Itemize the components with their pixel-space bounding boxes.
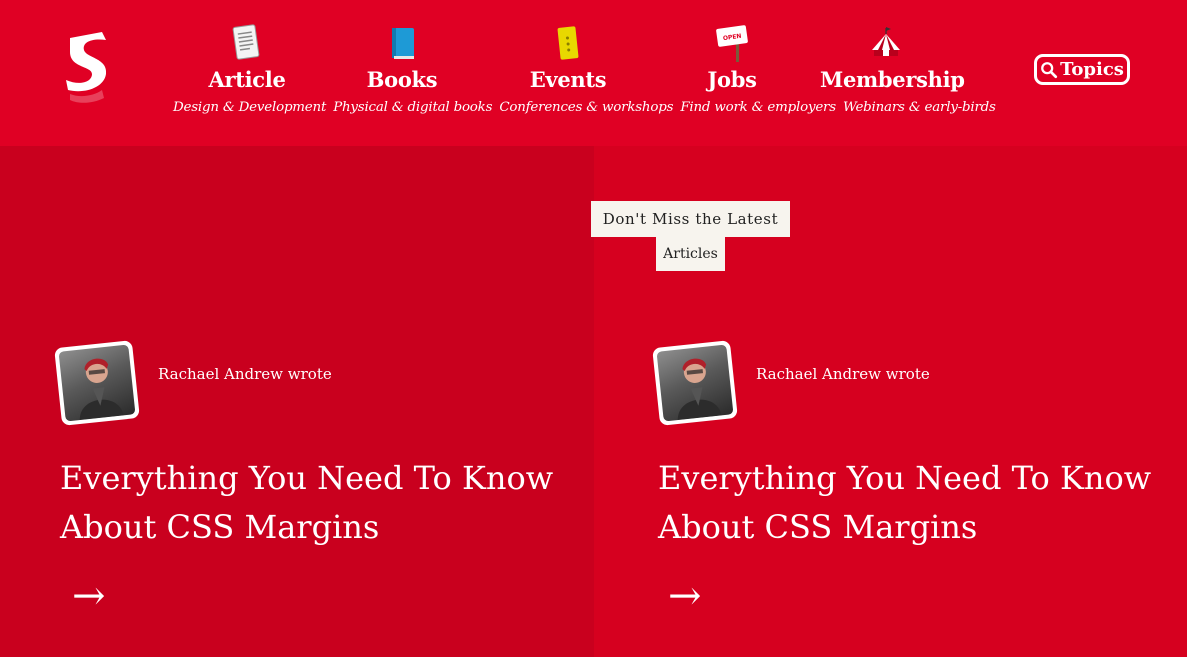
article-title[interactable]: Everything You Need To Know About CSS Ma… <box>658 454 1158 552</box>
nav-events[interactable]: Events <box>527 24 609 92</box>
topics-label: Topics <box>1060 59 1124 80</box>
book-icon <box>392 28 414 59</box>
search-icon <box>1041 61 1058 78</box>
author-byline[interactable]: Rachael Andrew wrote <box>756 365 930 383</box>
latest-banner-line2: Articles <box>656 237 725 271</box>
read-more-arrow[interactable]: → <box>72 576 106 616</box>
author-portrait-icon <box>79 358 124 421</box>
nav-jobs[interactable]: OPEN Jobs <box>697 24 767 92</box>
article-title-line1: Everything You Need To Know <box>658 459 1152 497</box>
author-byline[interactable]: Rachael Andrew wrote <box>158 365 332 383</box>
nav-article-label: Article <box>208 67 286 92</box>
author-photo <box>656 344 734 422</box>
nav-books-label: Books <box>366 67 438 92</box>
nav-subtitle-article: Design & Development <box>173 100 327 115</box>
nav-events-label: Events <box>529 67 607 92</box>
nav-subtitle-books: Physical & digital books <box>333 100 493 115</box>
article-card-left[interactable]: Rachael Andrew wrote Everything You Need… <box>0 146 594 657</box>
nav-books[interactable]: Books <box>362 24 442 92</box>
avatar <box>652 340 738 426</box>
ticket-icon <box>557 26 579 60</box>
article-title-line2: About CSS Margins <box>658 508 978 546</box>
smashing-logo-icon[interactable] <box>62 28 114 104</box>
tablet-icon <box>232 24 260 60</box>
author-photo <box>58 344 136 422</box>
nav-membership[interactable]: Membership <box>820 24 965 92</box>
site-header: Article Books Events OPEN Jobs Membershi… <box>0 0 1187 146</box>
nav-article[interactable]: Article <box>207 24 287 92</box>
latest-banner-line1: Don't Miss the Latest <box>591 201 790 237</box>
open-sign-icon: OPEN <box>716 25 748 62</box>
circus-tent-icon <box>872 27 900 56</box>
avatar <box>54 340 140 426</box>
nav-subtitle-jobs: Find work & employers <box>680 100 836 115</box>
nav-subtitles: Design & Development Physical & digital … <box>173 100 996 115</box>
nav-membership-label: Membership <box>820 67 965 92</box>
read-more-arrow[interactable]: → <box>668 576 702 616</box>
topics-button[interactable]: Topics <box>1034 54 1130 85</box>
article-title-line1: Everything You Need To Know <box>60 459 554 497</box>
author-portrait-icon <box>677 358 722 421</box>
article-title[interactable]: Everything You Need To Know About CSS Ma… <box>60 454 560 552</box>
nav-subtitle-events: Conferences & workshops <box>499 100 674 115</box>
article-title-line2: About CSS Margins <box>60 508 380 546</box>
nav-subtitle-membership: Webinars & early-birds <box>842 100 996 115</box>
nav-jobs-label: Jobs <box>707 67 757 92</box>
